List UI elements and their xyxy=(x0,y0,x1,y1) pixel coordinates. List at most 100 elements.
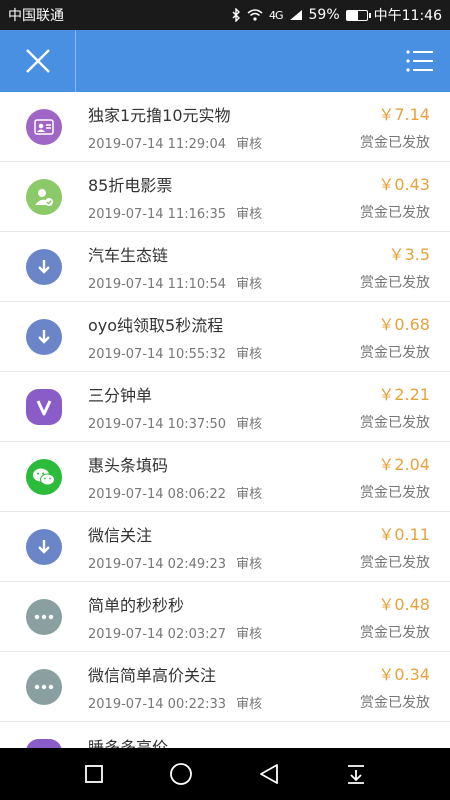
triangle-back-icon xyxy=(259,764,278,784)
clock: 中午11:46 xyxy=(373,8,442,24)
battery-level xyxy=(346,10,359,20)
home-button[interactable] xyxy=(161,754,201,794)
close-button[interactable] xyxy=(0,30,76,92)
item-main: 85折电影票 2019-07-14 11:16:35 审核 xyxy=(88,172,360,222)
back-button[interactable] xyxy=(249,754,289,794)
item-tag: 审核 xyxy=(236,346,263,362)
menu-button[interactable] xyxy=(390,30,450,92)
item-status: 赏金已发放 xyxy=(360,135,430,151)
item-status: 赏金已发放 xyxy=(360,555,430,571)
network-type: 4G xyxy=(268,8,283,22)
v-badge-icon xyxy=(26,388,62,425)
item-title: 微信简单高价关注 xyxy=(88,665,217,685)
list-item[interactable]: 简单的秒秒秒 2019-07-14 02:03:27 审核 ￥0.48 赏金已发放 xyxy=(0,582,450,652)
pull-down-icon xyxy=(348,765,365,784)
item-amount: ￥7.14 xyxy=(378,105,430,124)
item-title: 简单的秒秒秒 xyxy=(88,595,185,615)
item-time: 2019-07-14 02:03:27 xyxy=(88,626,227,642)
item-main: 微信关注 2019-07-14 02:49:23 审核 xyxy=(88,522,360,572)
item-time: 2019-07-14 10:55:32 xyxy=(88,346,227,362)
list-item[interactable]: 三分钟单 2019-07-14 10:37:50 审核 ￥2.21 赏金已发放 xyxy=(0,372,450,442)
item-time: 2019-07-14 00:22:33 xyxy=(88,696,227,712)
item-main: 汽车生态链 2019-07-14 11:10:54 审核 xyxy=(88,242,360,292)
task-list: 独家1元撸10元实物 2019-07-14 11:29:04 审核 ￥7.14 赏金已发… xyxy=(0,92,450,748)
item-time: 2019-07-14 02:49:23 xyxy=(88,556,227,572)
item-tag: 审核 xyxy=(236,696,263,712)
item-status: 赏金已发放 xyxy=(360,205,430,221)
list-item[interactable]: 85折电影票 2019-07-14 11:16:35 审核 ￥0.43 赏金已发放 xyxy=(0,162,450,232)
item-title: 三分钟单 xyxy=(88,385,153,405)
item-side: ￥2.21 赏金已发放 xyxy=(360,381,430,432)
item-amount: ￥5.1 xyxy=(389,741,430,748)
item-time: 2019-07-14 11:10:54 xyxy=(88,276,227,292)
item-amount: ￥2.21 xyxy=(378,385,430,404)
item-amount: ￥0.34 xyxy=(378,665,430,684)
app-header xyxy=(0,30,450,92)
item-side: ￥0.34 赏金已发放 xyxy=(360,661,430,712)
item-title: 独家1元撸10元实物 xyxy=(88,105,231,125)
v-badge-icon xyxy=(26,738,62,748)
download-icon xyxy=(26,248,62,285)
item-title: 惠头条填码 xyxy=(88,455,169,475)
item-meta: 2019-07-14 11:29:04 审核 xyxy=(88,133,360,152)
item-meta: 2019-07-14 08:06:22 审核 xyxy=(88,483,360,502)
item-time: 2019-07-14 08:06:22 xyxy=(88,486,227,502)
item-main: 简单的秒秒秒 2019-07-14 02:03:27 审核 xyxy=(88,592,360,642)
list-item[interactable]: 惠头条填码 2019-07-14 08:06:22 审核 ￥2.04 赏金已发放 xyxy=(0,442,450,512)
item-side: ￥5.1 xyxy=(389,741,430,748)
item-meta: 2019-07-14 11:16:35 审核 xyxy=(88,203,360,222)
list-item[interactable]: oyo纯领取5秒流程 2019-07-14 10:55:32 审核 ￥0.68 赏金已发… xyxy=(0,302,450,372)
item-side: ￥0.43 赏金已发放 xyxy=(360,171,430,222)
circle-icon xyxy=(170,763,193,785)
item-title: 微信关注 xyxy=(88,525,153,545)
more-dots-icon xyxy=(26,598,62,635)
item-main: 微信简单高价关注 2019-07-14 00:22:33 审核 xyxy=(88,662,360,712)
signal-icon xyxy=(289,10,302,20)
item-status: 赏金已发放 xyxy=(360,345,430,361)
wechat-icon xyxy=(26,458,62,495)
user-card-icon xyxy=(26,108,62,145)
item-meta: 2019-07-14 02:03:27 审核 xyxy=(88,623,360,642)
item-amount: ￥0.68 xyxy=(378,315,430,334)
item-side: ￥3.5 赏金已发放 xyxy=(360,241,430,292)
item-time: 2019-07-14 10:37:50 xyxy=(88,416,227,432)
list-item[interactable]: 睡多多高价 ￥5.1 xyxy=(0,722,450,748)
carrier-name: 中国联通 xyxy=(8,8,64,24)
item-title: 85折电影票 xyxy=(88,175,173,195)
list-item[interactable]: 微信关注 2019-07-14 02:49:23 审核 ￥0.11 赏金已发放 xyxy=(0,512,450,582)
bluetooth-icon xyxy=(232,8,240,22)
recent-apps-button[interactable] xyxy=(74,754,114,794)
item-tag: 审核 xyxy=(236,206,263,222)
item-meta: 2019-07-14 11:10:54 审核 xyxy=(88,273,360,292)
item-status: 赏金已发放 xyxy=(360,415,430,431)
list-item[interactable]: 独家1元撸10元实物 2019-07-14 11:29:04 审核 ￥7.14 赏金已发… xyxy=(0,92,450,162)
status-icons: 4G 59% 中午11:46 xyxy=(231,5,442,25)
item-title: 汽车生态链 xyxy=(88,245,169,265)
close-icon xyxy=(25,49,50,73)
notification-button[interactable] xyxy=(336,754,376,794)
item-status: 赏金已发放 xyxy=(360,275,430,291)
item-tag: 审核 xyxy=(236,416,263,432)
list-menu-icon xyxy=(406,50,433,72)
item-status: 赏金已发放 xyxy=(360,485,430,501)
item-tag: 审核 xyxy=(236,626,263,642)
item-main: 独家1元撸10元实物 2019-07-14 11:29:04 审核 xyxy=(88,102,360,152)
item-side: ￥0.68 赏金已发放 xyxy=(360,311,430,362)
item-time: 2019-07-14 11:16:35 xyxy=(88,206,227,222)
wifi-icon xyxy=(247,9,263,21)
item-amount: ￥2.04 xyxy=(378,455,430,474)
item-meta: 2019-07-14 00:22:33 审核 xyxy=(88,693,360,712)
item-status: 赏金已发放 xyxy=(360,695,430,711)
item-main: 惠头条填码 2019-07-14 08:06:22 审核 xyxy=(88,452,360,502)
download-icon xyxy=(26,528,62,565)
item-status: 赏金已发放 xyxy=(360,625,430,641)
item-meta: 2019-07-14 10:55:32 审核 xyxy=(88,343,360,362)
verified-user-icon xyxy=(26,178,62,215)
list-item[interactable]: 微信简单高价关注 2019-07-14 00:22:33 审核 ￥0.34 赏金已发放 xyxy=(0,652,450,722)
item-meta: 2019-07-14 10:37:50 审核 xyxy=(88,413,360,432)
list-item[interactable]: 汽车生态链 2019-07-14 11:10:54 审核 ￥3.5 赏金已发放 xyxy=(0,232,450,302)
item-side: ￥0.48 赏金已发放 xyxy=(360,591,430,642)
item-tag: 审核 xyxy=(236,486,263,502)
item-amount: ￥0.11 xyxy=(378,525,430,544)
item-title: oyo纯领取5秒流程 xyxy=(88,315,224,335)
